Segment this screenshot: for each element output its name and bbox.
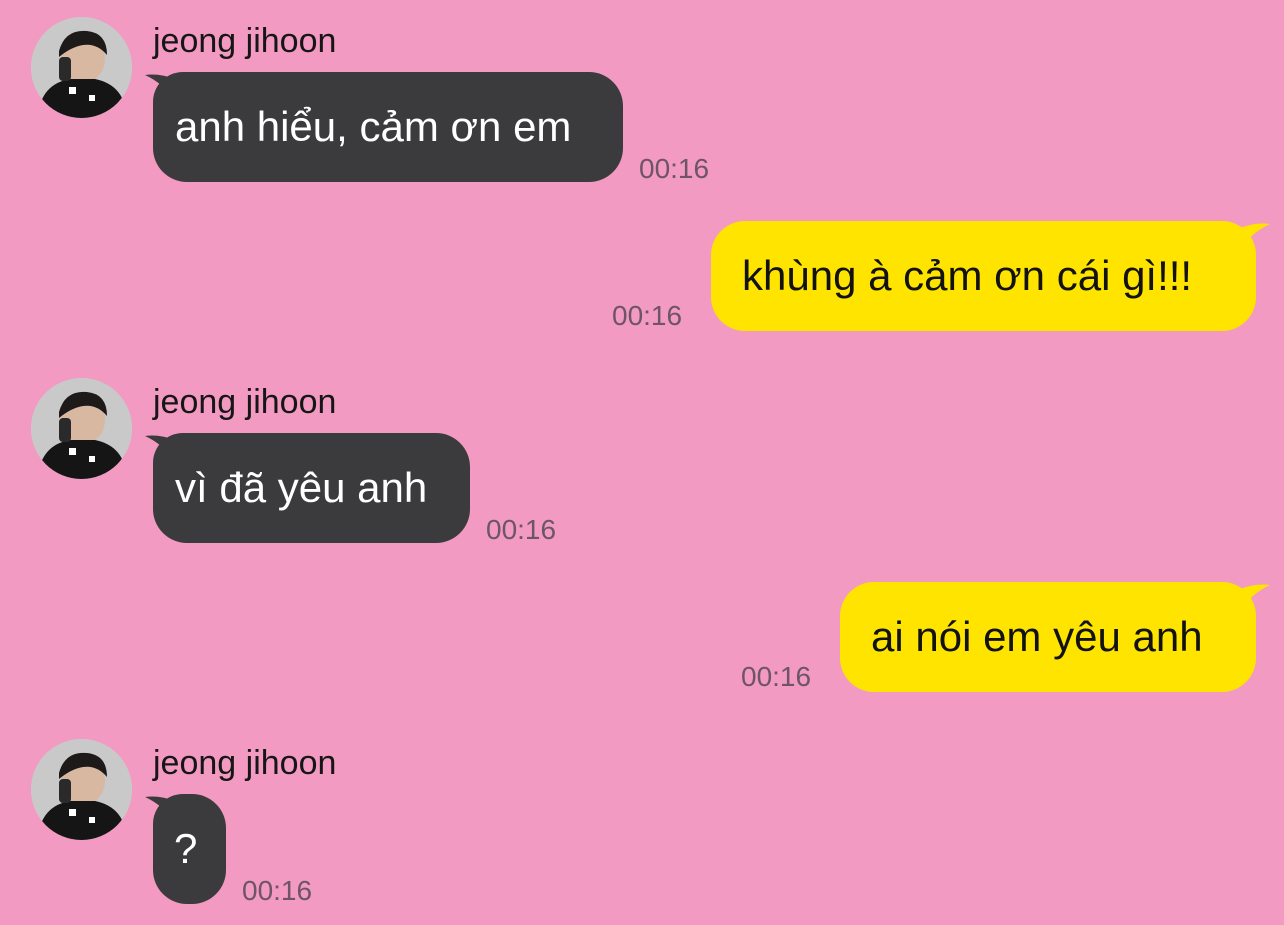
chat-thread[interactable]: jeong jihoon anh hiểu, cảm ơn em 00:16 0…: [0, 0, 1284, 925]
message-timestamp: 00:16: [741, 661, 812, 692]
message-text: ai nói em yêu anh: [871, 613, 1203, 660]
profile-photo-icon: [31, 378, 132, 479]
message-timestamp: 00:16: [612, 300, 683, 331]
sender-name: jeong jihoon: [153, 22, 337, 60]
message-text: khùng à cảm ơn cái gì!!!: [742, 252, 1193, 299]
sender-name: jeong jihoon: [153, 383, 337, 421]
message-bubble-incoming[interactable]: anh hiểu, cảm ơn em: [153, 72, 623, 182]
avatar[interactable]: [31, 17, 132, 118]
sender-name: jeong jihoon: [153, 744, 337, 782]
message-timestamp: 00:16: [639, 153, 710, 184]
message-timestamp: 00:16: [486, 514, 557, 545]
bubble-tail: [1240, 584, 1270, 611]
profile-photo-icon: [31, 17, 132, 118]
message-bubble-incoming[interactable]: ?: [153, 794, 226, 904]
message-text: vì đã yêu anh: [175, 464, 428, 511]
bubble-tail: [1240, 223, 1270, 250]
message-bubble-outgoing[interactable]: ai nói em yêu anh: [840, 582, 1256, 692]
message-timestamp: 00:16: [242, 875, 313, 906]
message-bubble-incoming[interactable]: vì đã yêu anh: [153, 433, 470, 543]
avatar[interactable]: [31, 378, 132, 479]
message-text: ?: [174, 825, 198, 872]
message-bubble-outgoing[interactable]: khùng à cảm ơn cái gì!!!: [711, 221, 1256, 331]
profile-photo-icon: [31, 739, 132, 840]
message-text: anh hiểu, cảm ơn em: [175, 103, 572, 150]
avatar[interactable]: [31, 739, 132, 840]
